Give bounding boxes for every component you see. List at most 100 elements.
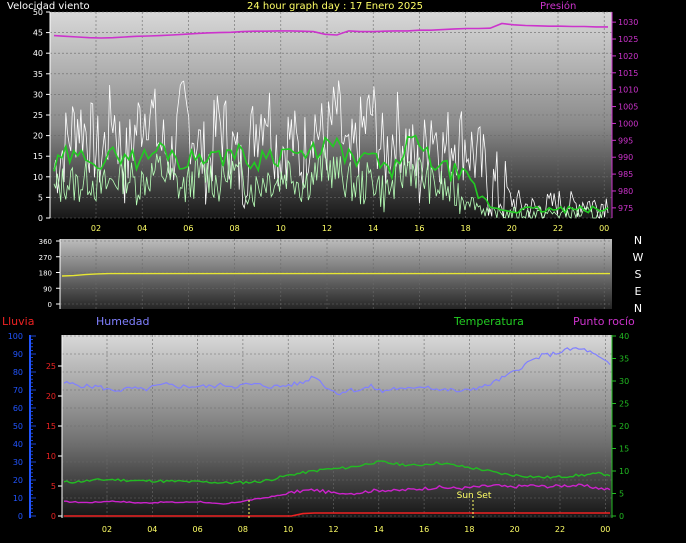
compass-labels: NWSEN bbox=[633, 234, 644, 315]
pressure-y-tick-label: 1010 bbox=[618, 86, 638, 95]
temperature-y-tick-label: 15 bbox=[619, 445, 629, 454]
wind-y-tick-label: 5 bbox=[38, 193, 43, 202]
humidity-x-tick-label: 10 bbox=[283, 525, 293, 534]
humidity-y-tick-label: 60 bbox=[13, 404, 23, 413]
rain-y-tick-label: 10 bbox=[46, 452, 56, 461]
humidity-y-tick-label: 70 bbox=[13, 386, 23, 395]
direction-y-ticks: 0 90 180 270 360 bbox=[39, 238, 60, 309]
temperature-label: Temperatura bbox=[453, 315, 524, 328]
pressure-y-tick-label: 1015 bbox=[618, 69, 638, 78]
pressure-y-tick-label: 1025 bbox=[618, 35, 638, 44]
rain-y-ticks: 0 5 10 15 20 25 bbox=[46, 362, 62, 521]
graph-title: 24 hour graph day : 17 Enero 2025 bbox=[247, 1, 423, 12]
pressure-y-tick-label: 990 bbox=[618, 153, 633, 162]
humidity-x-ticks: 02 04 06 08 10 12 14 16 18 20 22 00 bbox=[102, 525, 610, 534]
humidity-x-tick-label: 14 bbox=[374, 525, 384, 534]
wind-x-tick-label: 02 bbox=[91, 224, 101, 233]
direction-y-tick-label: 270 bbox=[39, 254, 52, 262]
pressure-y-tick-label: 995 bbox=[618, 136, 633, 145]
rain-y-tick-label: 25 bbox=[46, 362, 56, 371]
wind-x-tick-label: 04 bbox=[137, 224, 147, 233]
pressure-y-tick-label: 1005 bbox=[618, 103, 638, 112]
pressure-label: Presión bbox=[540, 0, 576, 12]
humidity-y-ticks: 0 10 20 30 40 50 60 70 80 90 100 bbox=[8, 332, 36, 521]
humidity-x-tick-label: 06 bbox=[193, 525, 203, 534]
pressure-y-tick-label: 1020 bbox=[618, 52, 638, 61]
wind-y-tick-label: 45 bbox=[33, 29, 43, 38]
wind-x-ticks: 02 04 06 08 10 12 14 16 18 20 22 00 bbox=[91, 224, 609, 233]
temperature-y-tick-label: 0 bbox=[619, 512, 624, 521]
temperature-y-tick-label: 35 bbox=[619, 355, 629, 364]
rain-y-tick-label: 15 bbox=[46, 422, 56, 431]
wind-x-tick-label: 20 bbox=[507, 224, 517, 233]
wind-y-tick-label: 15 bbox=[33, 152, 43, 161]
humidity-x-tick-label: 00 bbox=[600, 525, 610, 534]
wind-x-tick-label: 00 bbox=[599, 224, 609, 233]
humidity-y-tick-label: 90 bbox=[13, 350, 23, 359]
humidity-y-tick-label: 10 bbox=[13, 494, 23, 503]
humidity-y-tick-label: 100 bbox=[8, 332, 23, 341]
rain-y-tick-label: 20 bbox=[46, 392, 56, 401]
humidity-x-tick-label: 02 bbox=[102, 525, 112, 534]
humidity-y-tick-label: 80 bbox=[13, 368, 23, 377]
compass-label: N bbox=[634, 302, 642, 315]
temperature-y-tick-label: 5 bbox=[619, 490, 624, 499]
humidity-x-tick-label: 22 bbox=[555, 525, 565, 534]
wind-x-tick-label: 22 bbox=[553, 224, 563, 233]
humidity-x-tick-label: 12 bbox=[328, 525, 338, 534]
humidity-x-tick-label: 20 bbox=[510, 525, 520, 534]
wind-y-tick-label: 10 bbox=[33, 173, 43, 182]
rain-y-tick-label: 0 bbox=[51, 512, 56, 521]
humidity-y-tick-label: 50 bbox=[13, 422, 23, 431]
temperature-y-tick-label: 10 bbox=[619, 467, 629, 476]
humidity-plot-area bbox=[62, 335, 612, 518]
compass-label: N bbox=[634, 234, 642, 247]
sunset-label: Sun Set bbox=[457, 491, 492, 501]
wind-pressure-panel: 05101520253035404550 9759809859909951000… bbox=[33, 8, 639, 233]
wind-x-tick-label: 08 bbox=[230, 224, 240, 233]
wind-x-tick-label: 16 bbox=[414, 224, 424, 233]
wind-direction-panel: 0 90 180 270 360 NWSEN bbox=[39, 234, 644, 315]
direction-y-tick-label: 180 bbox=[39, 270, 52, 278]
pressure-y-tick-label: 985 bbox=[618, 170, 633, 179]
rain-label: Lluvia bbox=[2, 315, 34, 328]
weather-graph: 05101520253035404550 9759809859909951000… bbox=[2, 0, 644, 534]
wind-speed-label: Velocidad viento bbox=[7, 1, 90, 12]
pressure-y-tick-label: 975 bbox=[618, 204, 633, 213]
rain-y-tick-label: 5 bbox=[51, 482, 56, 491]
pressure-y-ticks: 975 980 985 990 995 1000 1005 1010 1015 1020 1025 1… bbox=[612, 18, 638, 213]
pressure-y-tick-label: 1030 bbox=[618, 18, 638, 27]
humidity-label: Humedad bbox=[96, 315, 149, 328]
wind-y-tick-label: 25 bbox=[33, 111, 43, 120]
dew-point-label: Punto rocío bbox=[573, 315, 635, 328]
wind-y-tick-label: 35 bbox=[33, 70, 43, 79]
pressure-y-tick-label: 980 bbox=[618, 187, 633, 196]
humidity-x-tick-label: 04 bbox=[147, 525, 157, 534]
direction-y-tick-label: 360 bbox=[39, 238, 52, 246]
wind-y-tick-label: 30 bbox=[33, 90, 43, 99]
humidity-y-tick-label: 40 bbox=[13, 440, 23, 449]
wind-x-tick-label: 06 bbox=[183, 224, 193, 233]
temperature-y-tick-label: 20 bbox=[619, 422, 629, 431]
wind-y-tick-label: 40 bbox=[33, 49, 43, 58]
humidity-temperature-panel: 0 10 20 30 40 50 60 70 80 90 100 0 5 10 15 20 25 0 5 10 15… bbox=[8, 332, 629, 534]
wind-y-tick-label: 20 bbox=[33, 132, 43, 141]
wind-y-tick-label: 0 bbox=[38, 214, 43, 223]
temperature-y-tick-label: 30 bbox=[619, 377, 629, 386]
pressure-y-tick-label: 1000 bbox=[618, 119, 638, 128]
humidity-y-tick-label: 0 bbox=[18, 512, 23, 521]
humidity-x-tick-label: 08 bbox=[238, 525, 248, 534]
wind-x-tick-label: 10 bbox=[276, 224, 286, 233]
direction-y-tick-label: 0 bbox=[48, 301, 52, 309]
humidity-y-tick-label: 30 bbox=[13, 458, 23, 467]
wind-x-tick-label: 18 bbox=[461, 224, 471, 233]
wind-x-tick-label: 14 bbox=[368, 224, 378, 233]
compass-label: E bbox=[635, 285, 642, 298]
temperature-y-tick-label: 40 bbox=[619, 332, 629, 341]
wind-x-tick-label: 12 bbox=[322, 224, 332, 233]
direction-y-tick-label: 90 bbox=[43, 285, 52, 293]
temperature-y-ticks: 0 5 10 15 20 25 30 35 40 bbox=[612, 332, 629, 521]
compass-label: W bbox=[633, 251, 644, 264]
humidity-y-tick-label: 20 bbox=[13, 476, 23, 485]
humidity-x-tick-label: 16 bbox=[419, 525, 429, 534]
